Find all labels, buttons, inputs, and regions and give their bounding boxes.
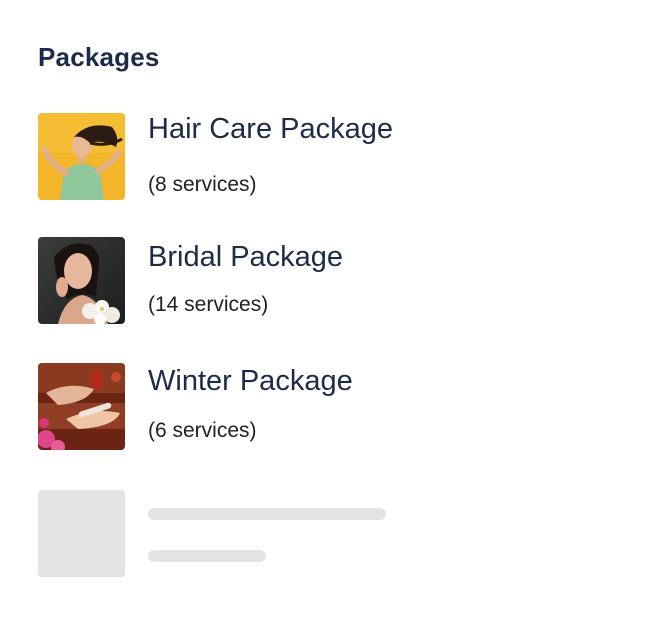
skeleton-thumbnail: [38, 490, 125, 577]
package-item-winter[interactable]: Winter Package (6 services): [38, 363, 598, 451]
skeleton-subtitle-line: [148, 550, 266, 562]
package-thumbnail-hair-care: [38, 113, 125, 200]
package-item-bridal[interactable]: Bridal Package (14 services): [38, 237, 598, 325]
package-service-count: (6 services): [148, 419, 257, 442]
package-name: Winter Package: [148, 365, 353, 397]
skeleton-title-line: [148, 508, 386, 520]
package-item-hair-care[interactable]: Hair Care Package (8 services): [38, 113, 598, 201]
package-name: Bridal Package: [148, 241, 344, 273]
package-name: Hair Care Package: [148, 113, 393, 145]
package-thumbnail-bridal: [38, 237, 125, 324]
packages-panel: Packages Hair Care Package (8 services) …: [0, 0, 648, 620]
section-title: Packages: [38, 42, 160, 72]
package-service-count: (14 services): [148, 293, 269, 316]
package-thumbnail-winter: [38, 363, 125, 450]
package-service-count: (8 services): [148, 173, 257, 196]
